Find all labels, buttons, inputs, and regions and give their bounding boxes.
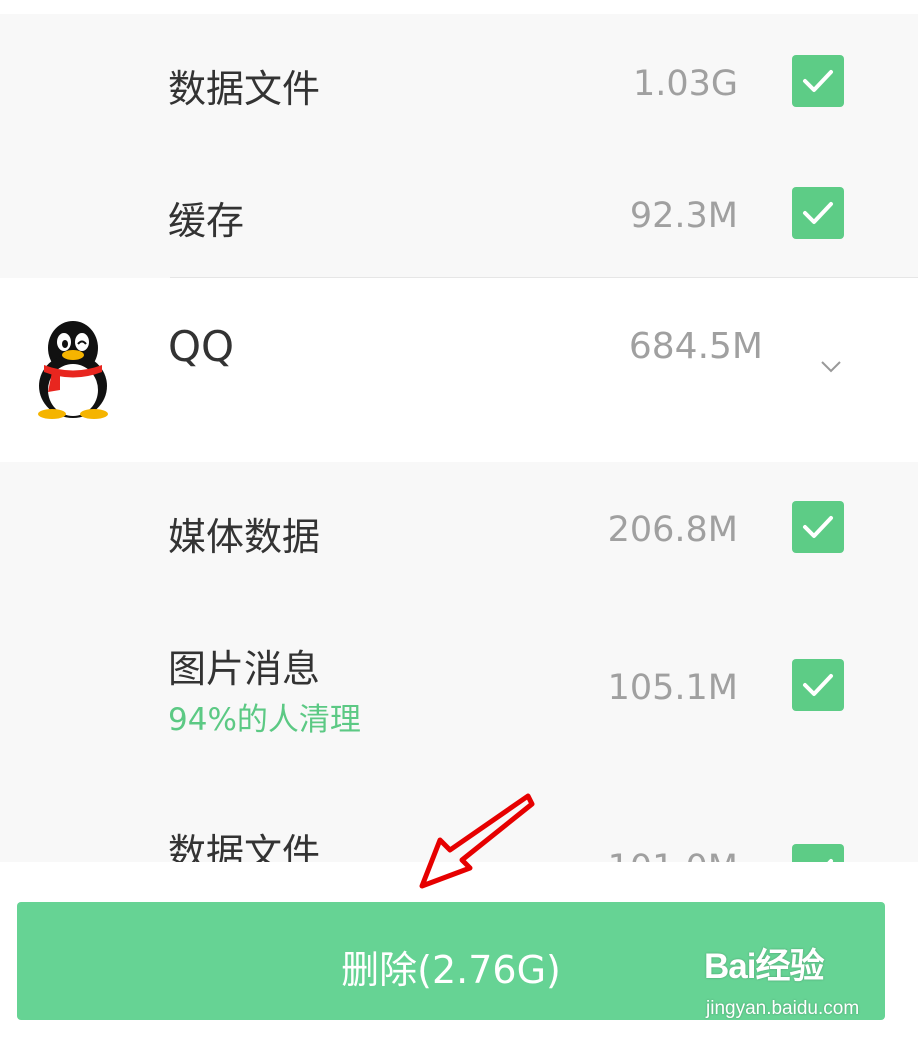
app-size: 684.5M xyxy=(628,326,763,367)
item-size: 1.03G xyxy=(632,64,738,104)
watermark-url: jingyan.baidu.com xyxy=(706,998,860,1019)
checkbox-checked[interactable] xyxy=(792,187,844,239)
checkbox-checked[interactable] xyxy=(792,501,844,553)
item-label: 数据文件 xyxy=(168,831,321,862)
item-size: 101.0M xyxy=(608,848,738,862)
checkbox-checked[interactable] xyxy=(792,844,844,862)
item-size: 105.1M xyxy=(607,668,738,708)
item-hint: 94%的人清理 xyxy=(168,702,361,738)
list-item[interactable]: 数据文件 1.03G xyxy=(0,14,918,146)
list-item[interactable]: 缓存 92.3M xyxy=(0,146,918,278)
baidu-jingyan-watermark: Bai经验 jingyan.baidu.com xyxy=(700,938,900,1028)
app-row-qq[interactable]: QQ 684.5M xyxy=(0,278,918,462)
app-name: QQ xyxy=(168,322,235,371)
list-item[interactable]: 图片消息 94%的人清理 105.1M xyxy=(0,596,918,776)
top-strip xyxy=(0,0,918,14)
watermark-logo: Bai经验 xyxy=(704,947,824,986)
item-label: 缓存 xyxy=(168,199,245,243)
check-icon xyxy=(827,859,833,862)
check-icon xyxy=(803,516,833,538)
checkbox-checked[interactable] xyxy=(792,659,844,711)
wechat-sub-items: 数据文件 1.03G 缓存 92.3M xyxy=(0,14,918,278)
item-size: 206.8M xyxy=(607,510,738,550)
check-icon xyxy=(803,674,833,696)
qq-penguin-icon xyxy=(38,321,108,419)
item-label: 媒体数据 xyxy=(168,515,321,559)
checkbox-checked[interactable] xyxy=(792,55,844,107)
item-size: 92.3M xyxy=(629,196,738,236)
check-icon xyxy=(803,202,833,224)
chevron-down-icon[interactable] xyxy=(820,360,842,374)
item-label: 数据文件 xyxy=(168,67,321,111)
item-label: 图片消息 xyxy=(168,647,321,691)
annotation-arrow-icon xyxy=(419,793,535,889)
check-icon xyxy=(803,70,833,92)
list-item[interactable]: 媒体数据 206.8M xyxy=(0,462,918,596)
